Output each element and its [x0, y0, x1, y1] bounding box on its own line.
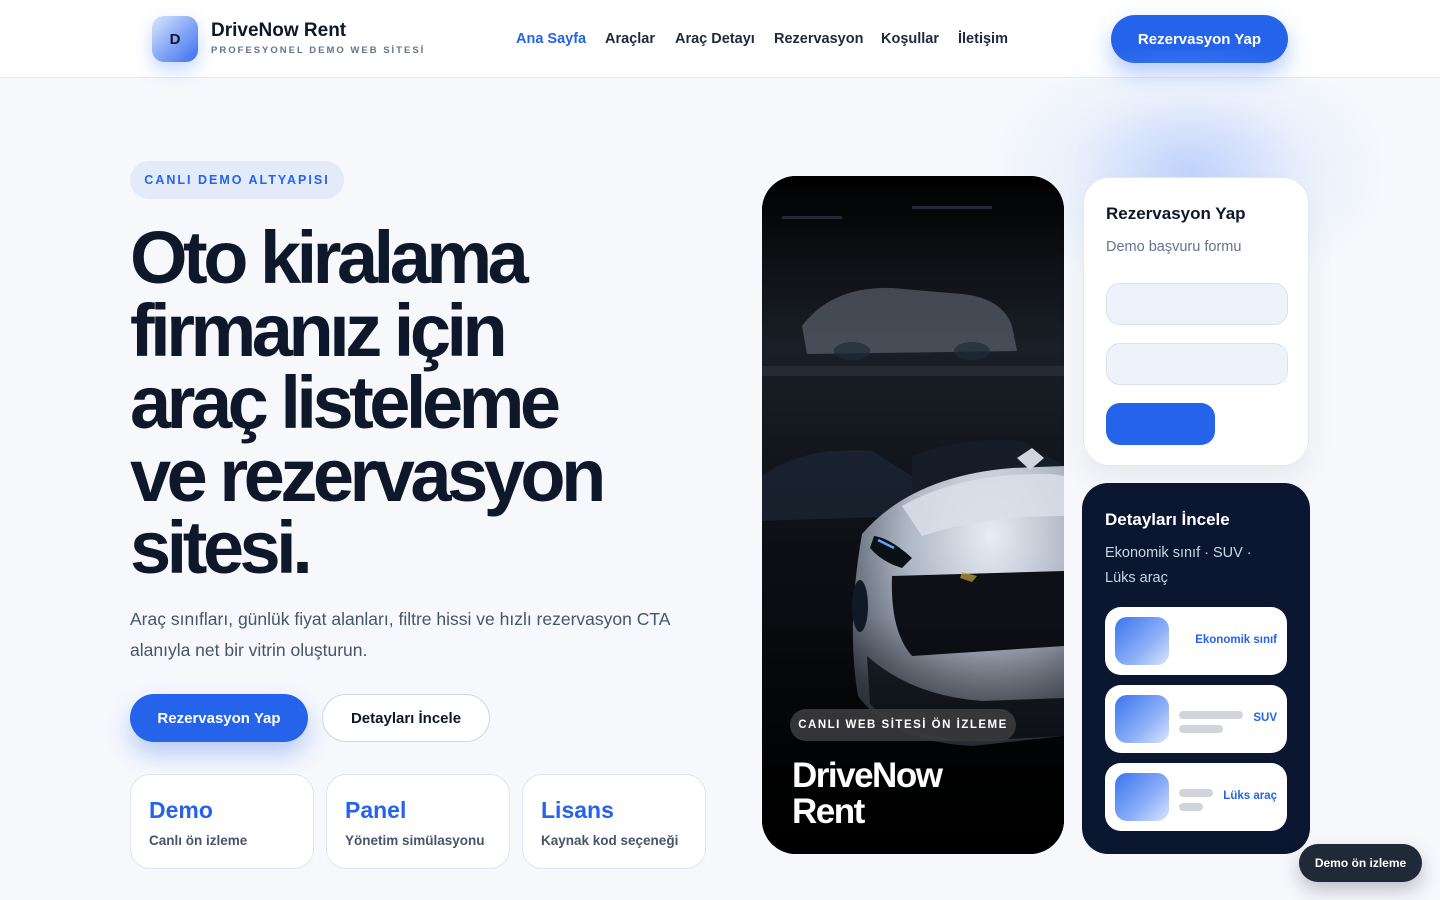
stat-card-demo: Demo Canlı ön izleme [130, 774, 314, 869]
stat-card-panel: Panel Yönetim simülasyonu [326, 774, 510, 869]
category-item-suv[interactable]: SUV [1105, 685, 1287, 753]
category-item-luks[interactable]: Lüks araç [1105, 763, 1287, 831]
stat-card-lisans: Lisans Kaynak kod seçeneği [522, 774, 706, 869]
form-submit-button[interactable] [1106, 403, 1215, 445]
hero-details-button[interactable]: Detayları İncele [322, 694, 490, 742]
hero-badge: CANLI DEMO ALTYAPISI [130, 161, 344, 199]
form-input-2[interactable] [1106, 343, 1288, 385]
category-label: Lüks araç [1223, 790, 1277, 802]
car-thumbnail [1115, 695, 1169, 743]
stat-title: Lisans [541, 797, 614, 823]
hero-title-line: ve rezervasyon [130, 433, 606, 517]
stat-title: Demo [149, 797, 213, 823]
details-title: Detayları İncele [1105, 510, 1230, 529]
nav-item-iletisim[interactable]: İletişim [958, 31, 1008, 47]
site-header: D DriveNow Rent PROFESYONEL DEMO WEB SİT… [0, 0, 1440, 78]
preview-title-line: DriveNow [792, 756, 943, 795]
reservation-form-card: Rezervasyon Yap Demo başvuru formu [1083, 177, 1309, 466]
preview-title-line: Rent [792, 792, 865, 831]
nav-item-kosullar[interactable]: Koşullar [881, 31, 939, 47]
placeholder-line [1179, 789, 1213, 797]
category-item-ekonomik[interactable]: Ekonomik sınıf [1105, 607, 1287, 675]
nav-item-arac-detayi[interactable]: Araç Detayı [675, 31, 755, 47]
brand-name[interactable]: DriveNow Rent [211, 20, 346, 42]
category-label: Ekonomik sınıf [1195, 634, 1277, 646]
logo-icon[interactable]: D [152, 16, 198, 62]
hero-title-line: araç listeleme [130, 361, 561, 444]
stat-subtitle: Yönetim simülasyonu [345, 833, 485, 848]
nav-item-araclar[interactable]: Araçlar [605, 31, 655, 47]
category-label: SUV [1253, 712, 1277, 724]
details-card: Detayları İncele Ekonomik sınıf · SUV · … [1082, 483, 1310, 854]
header-reservation-button[interactable]: Rezervasyon Yap [1111, 15, 1288, 63]
hero-description: Araç sınıfları, günlük fiyat alanları, f… [130, 609, 670, 660]
preview-title: DriveNow Rent [792, 756, 943, 831]
placeholder-line [1179, 725, 1223, 733]
hero-reservation-button[interactable]: Rezervasyon Yap [130, 694, 308, 742]
placeholder-line [1179, 711, 1243, 719]
hero-title-line: Oto kiralama [130, 216, 529, 299]
hero-title-line: firmanız için [130, 288, 508, 372]
hero-title: Oto kiralama firmanız için araç listelem… [130, 216, 750, 589]
form-subtitle: Demo başvuru formu [1106, 239, 1242, 255]
details-subtitle: Ekonomik sınıf · SUV · Lüks araç [1105, 545, 1252, 586]
stat-subtitle: Kaynak kod seçeneği [541, 833, 679, 848]
hero-title-line: sitesi. [130, 506, 313, 589]
car-thumbnail [1115, 617, 1169, 665]
car-photo [762, 176, 1064, 854]
stat-subtitle: Canlı ön izleme [149, 833, 248, 848]
brand-subtitle: PROFESYONEL DEMO WEB SİTESİ [211, 45, 426, 56]
site-preview-phone: CANLI WEB SİTESİ ÖN İZLEME DriveNow Rent [762, 176, 1064, 854]
nav-item-ana-sayfa[interactable]: Ana Sayfa [516, 31, 586, 47]
preview-badge: CANLI WEB SİTESİ ÖN İZLEME [790, 709, 1016, 741]
form-title: Rezervasyon Yap [1106, 204, 1246, 223]
form-input-1[interactable] [1106, 283, 1288, 325]
demo-preview-badge[interactable]: Demo ön izleme [1299, 844, 1422, 882]
stat-title: Panel [345, 797, 407, 823]
car-thumbnail [1115, 773, 1169, 821]
nav-item-rezervasyon[interactable]: Rezervasyon [774, 31, 863, 47]
placeholder-line [1179, 803, 1203, 811]
